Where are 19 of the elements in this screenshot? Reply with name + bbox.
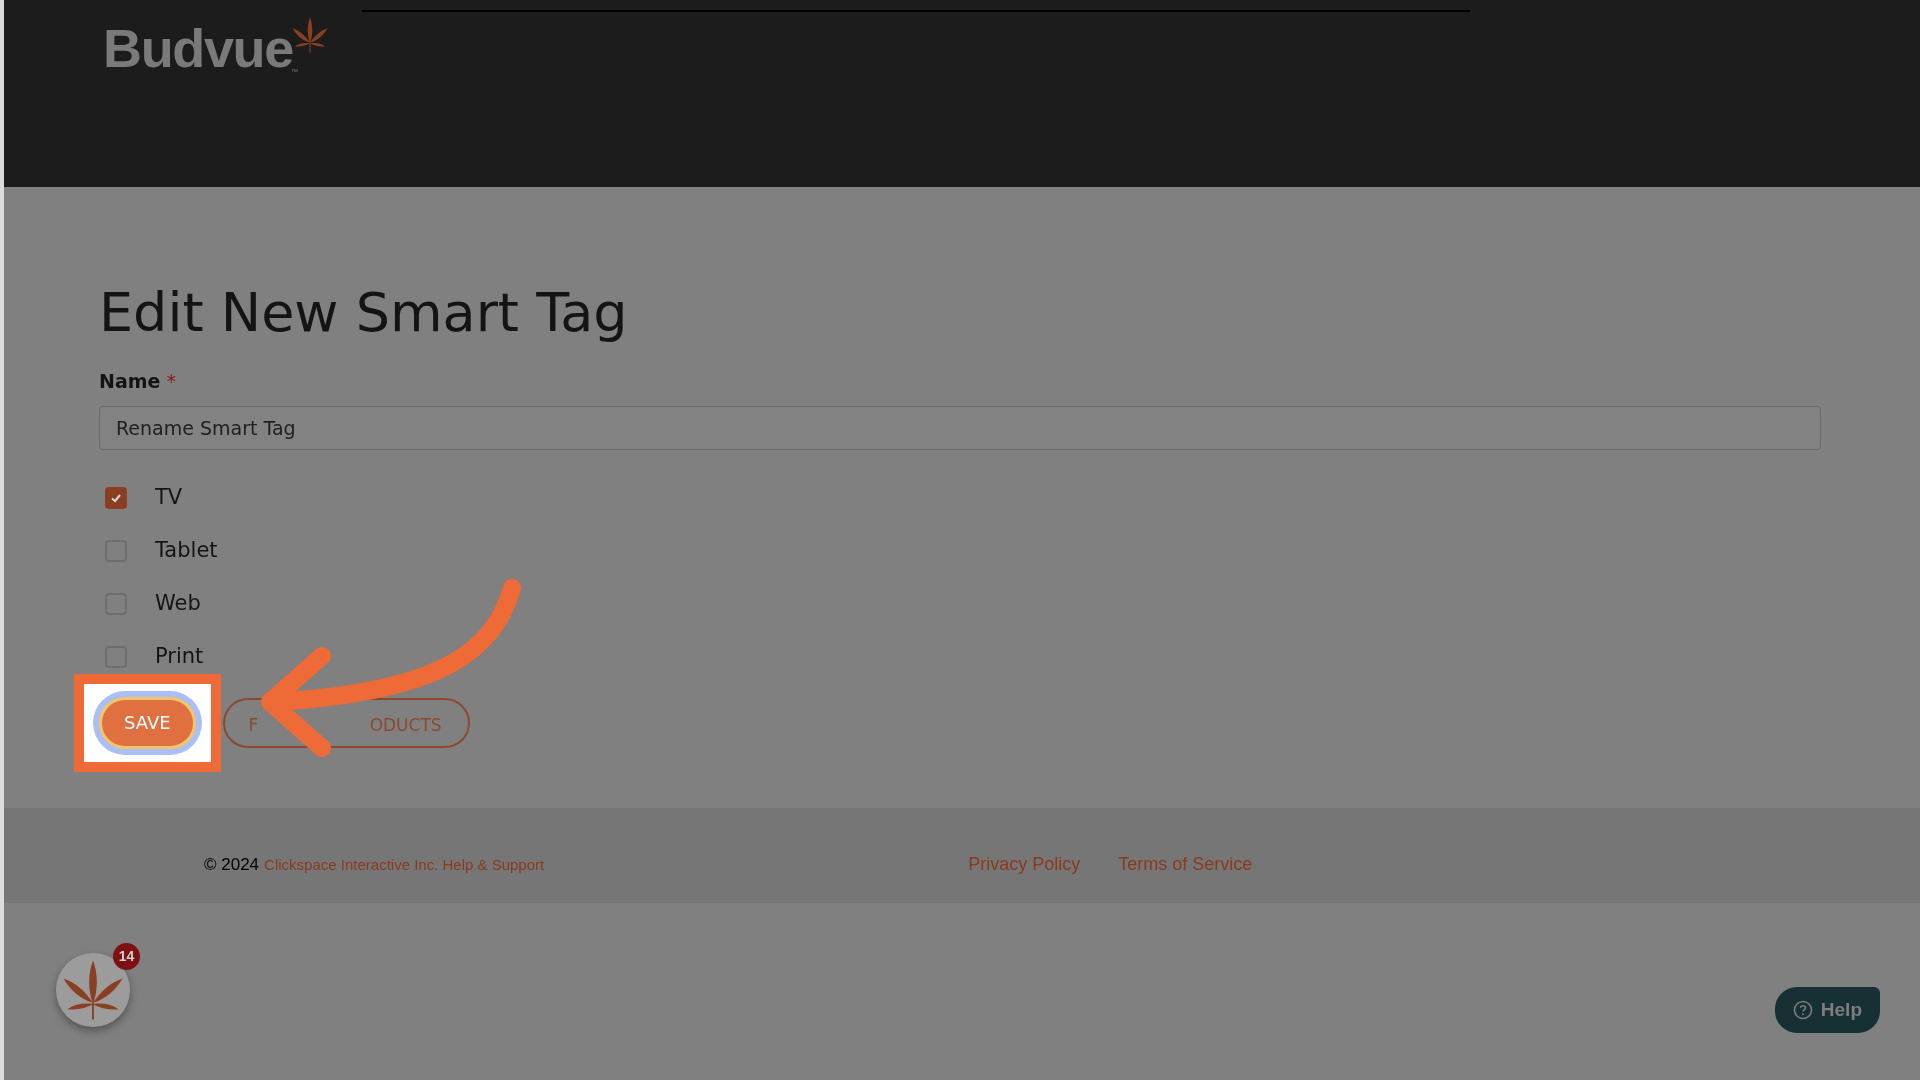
footer-link[interactable]: Privacy Policy (968, 851, 1081, 878)
company-link[interactable]: Clickspace Interactive Inc. Help & Support (264, 853, 545, 877)
logo-wordmark[interactable]: Budvue (103, 21, 293, 75)
page-title: Edit New Smart Tag (99, 283, 628, 343)
notification-badge: 14 (113, 943, 140, 970)
help-button[interactable]: Help (1774, 987, 1880, 1033)
products-button[interactable]: F ODUCTS (222, 697, 470, 748)
checkbox-label: Tablet (155, 537, 218, 565)
question-icon (1792, 1000, 1813, 1020)
check-icon (110, 492, 122, 504)
name-field[interactable]: Rename Smart Tag (99, 405, 1821, 450)
field-label: Name (99, 369, 161, 394)
checkbox-label: Print (155, 643, 204, 671)
required-mark: * (166, 369, 176, 394)
copyright-text: © 2024 (204, 853, 260, 876)
footer-link[interactable]: Terms of Service (1118, 851, 1253, 878)
checkbox-label: TV (155, 484, 183, 512)
checkbox[interactable] (105, 487, 127, 509)
checkbox-label: Web (155, 590, 201, 618)
